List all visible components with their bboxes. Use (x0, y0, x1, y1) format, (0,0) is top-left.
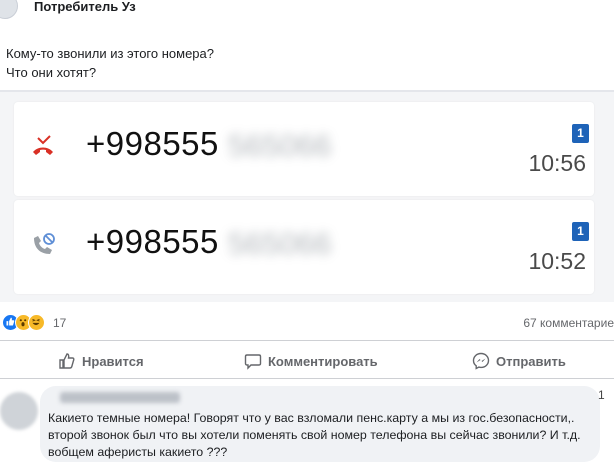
sim-badge: 1 (572, 222, 589, 241)
post-line: Что они хотят? (6, 65, 97, 80)
comments-count[interactable]: 67 комментарие (523, 316, 614, 330)
reaction-icons[interactable] (2, 314, 48, 332)
call-time: 10:52 (528, 248, 586, 274)
commenter-avatar[interactable] (0, 392, 38, 430)
comment-text: Какието темные номера! Говорят что у вас… (48, 411, 581, 459)
comment-reaction-count[interactable]: 1 (598, 388, 605, 402)
missed-call-icon (33, 135, 53, 155)
hidden-digits: 565066 (228, 128, 332, 163)
post-header: Потребитель Уз (0, 0, 614, 19)
call-log-entry: +998555 565066 1 10:52 (14, 200, 594, 294)
reaction-count[interactable]: 17 (53, 316, 66, 330)
post-text: Кому-то звонили из этого номера? Что они… (6, 44, 214, 82)
post-actions: Нравится Комментировать Отправить (0, 346, 614, 376)
thumbs-up-icon (59, 353, 75, 369)
commenter-name[interactable] (60, 392, 180, 403)
group-name[interactable]: Потребитель Уз (34, 0, 136, 14)
phone-number: +998555 (86, 125, 219, 162)
divider (0, 340, 614, 341)
comment-icon (244, 354, 262, 370)
post-line: Кому-то звонили из этого номера? (6, 46, 214, 61)
call-time: 10:56 (528, 150, 586, 176)
group-avatar[interactable] (0, 0, 18, 19)
haha-reaction-icon (28, 314, 45, 331)
comment-bubble: Какието темные номера! Говорят что у вас… (40, 386, 600, 462)
reactions-summary: 17 67 комментарие (0, 310, 614, 336)
send-label: Отправить (496, 354, 566, 369)
like-label: Нравится (82, 354, 144, 369)
phone-number: +998555 (86, 223, 219, 260)
call-log-entry: +998555 565066 1 10:56 (14, 102, 594, 196)
post-image[interactable]: +998555 565066 1 10:56 +998555 565066 1 … (0, 90, 614, 302)
messenger-icon (472, 352, 490, 370)
sim-badge: 1 (572, 124, 589, 143)
hidden-digits: 565066 (228, 226, 332, 261)
divider (0, 378, 614, 379)
comment-label: Комментировать (268, 354, 378, 369)
blocked-call-icon (34, 233, 55, 254)
